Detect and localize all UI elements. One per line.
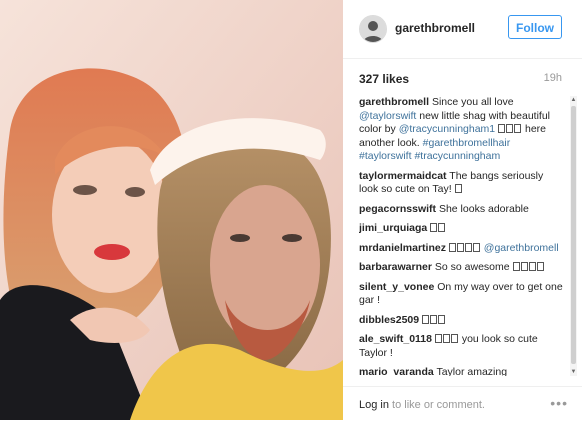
avatar[interactable]	[359, 15, 387, 43]
post-header: garethbromell Follow	[343, 0, 582, 59]
emoji-icon	[512, 261, 545, 273]
comment-item: pegacornsswift She looks adorable	[359, 203, 564, 217]
comment-item: garethbromell Since you all love @taylor…	[359, 96, 564, 164]
login-prompt-text: to like or comment.	[392, 399, 485, 411]
post-footer: Log in to like or comment. •••	[343, 386, 582, 421]
comment-link[interactable]: #taylorswift	[359, 150, 412, 162]
likes-count[interactable]: 327 likes	[359, 72, 409, 86]
scroll-thumb[interactable]	[571, 106, 576, 364]
comment-username[interactable]: mario_varanda	[359, 366, 434, 376]
post-photo	[0, 0, 343, 420]
comment-item: dibbles2509	[359, 314, 564, 328]
photo-illustration	[0, 0, 343, 420]
comment-username[interactable]: garethbromell	[359, 96, 429, 108]
comment-username[interactable]: jimi_urquiaga	[359, 222, 427, 234]
comment-item: mrdanielmartinez @garethbromell	[359, 242, 564, 256]
comment-text: Taylor amazing	[436, 366, 508, 376]
comment-link[interactable]: @tracycunningham1	[399, 123, 495, 135]
comment-link[interactable]: @garethbromell	[484, 242, 559, 254]
comment-item: mario_varanda Taylor amazing	[359, 366, 564, 376]
comment-link[interactable]: #tracycunningham	[414, 150, 500, 162]
comment-item: barbarawarner So so awesome	[359, 261, 564, 275]
comment-username[interactable]: taylormermaidcat	[359, 170, 447, 182]
emoji-icon	[422, 314, 446, 326]
comment-item: silent_y_vonee On my way over to get one…	[359, 281, 564, 308]
comment-item: taylormermaidcat The bangs seriously loo…	[359, 170, 564, 197]
comment-text: So so awesome	[434, 261, 513, 273]
login-link[interactable]: Log in	[359, 399, 389, 411]
comment-link[interactable]: @taylorswift	[359, 110, 416, 122]
emoji-icon	[434, 333, 459, 345]
more-options-icon[interactable]: •••	[550, 395, 568, 411]
emoji-icon	[498, 123, 522, 135]
post-username[interactable]: garethbromell	[395, 21, 475, 35]
comments-scrollbar[interactable]: ▲ ▼	[570, 96, 577, 376]
post-time: 19h	[543, 72, 562, 84]
emoji-icon	[448, 242, 481, 254]
post-panel: garethbromell Follow 327 likes 19h garet…	[343, 0, 582, 420]
comment-text: Since you all love	[431, 96, 514, 108]
scroll-up-icon[interactable]: ▲	[570, 96, 577, 104]
emoji-icon	[454, 183, 463, 195]
scroll-down-icon[interactable]: ▼	[570, 368, 577, 376]
comment-username[interactable]: ale_swift_0118	[359, 333, 432, 345]
login-prompt: Log in to like or comment.	[359, 399, 485, 411]
comment-item: ale_swift_0118 you look so cute Taylor !	[359, 333, 564, 360]
follow-button[interactable]: Follow	[508, 15, 562, 39]
comment-username[interactable]: pegacornsswift	[359, 203, 436, 215]
comment-item: jimi_urquiaga	[359, 222, 564, 236]
comment-text: She looks adorable	[438, 202, 529, 215]
avatar-icon	[360, 16, 386, 42]
comment-link[interactable]: #garethbromellhair	[423, 137, 511, 149]
emoji-icon	[430, 222, 446, 234]
comment-username[interactable]: dibbles2509	[359, 314, 419, 326]
comment-username[interactable]: silent_y_vonee	[359, 281, 434, 293]
comments-list: garethbromell Since you all love @taylor…	[359, 96, 564, 376]
comment-username[interactable]: barbarawarner	[359, 261, 432, 273]
comment-username[interactable]: mrdanielmartinez	[359, 242, 446, 254]
